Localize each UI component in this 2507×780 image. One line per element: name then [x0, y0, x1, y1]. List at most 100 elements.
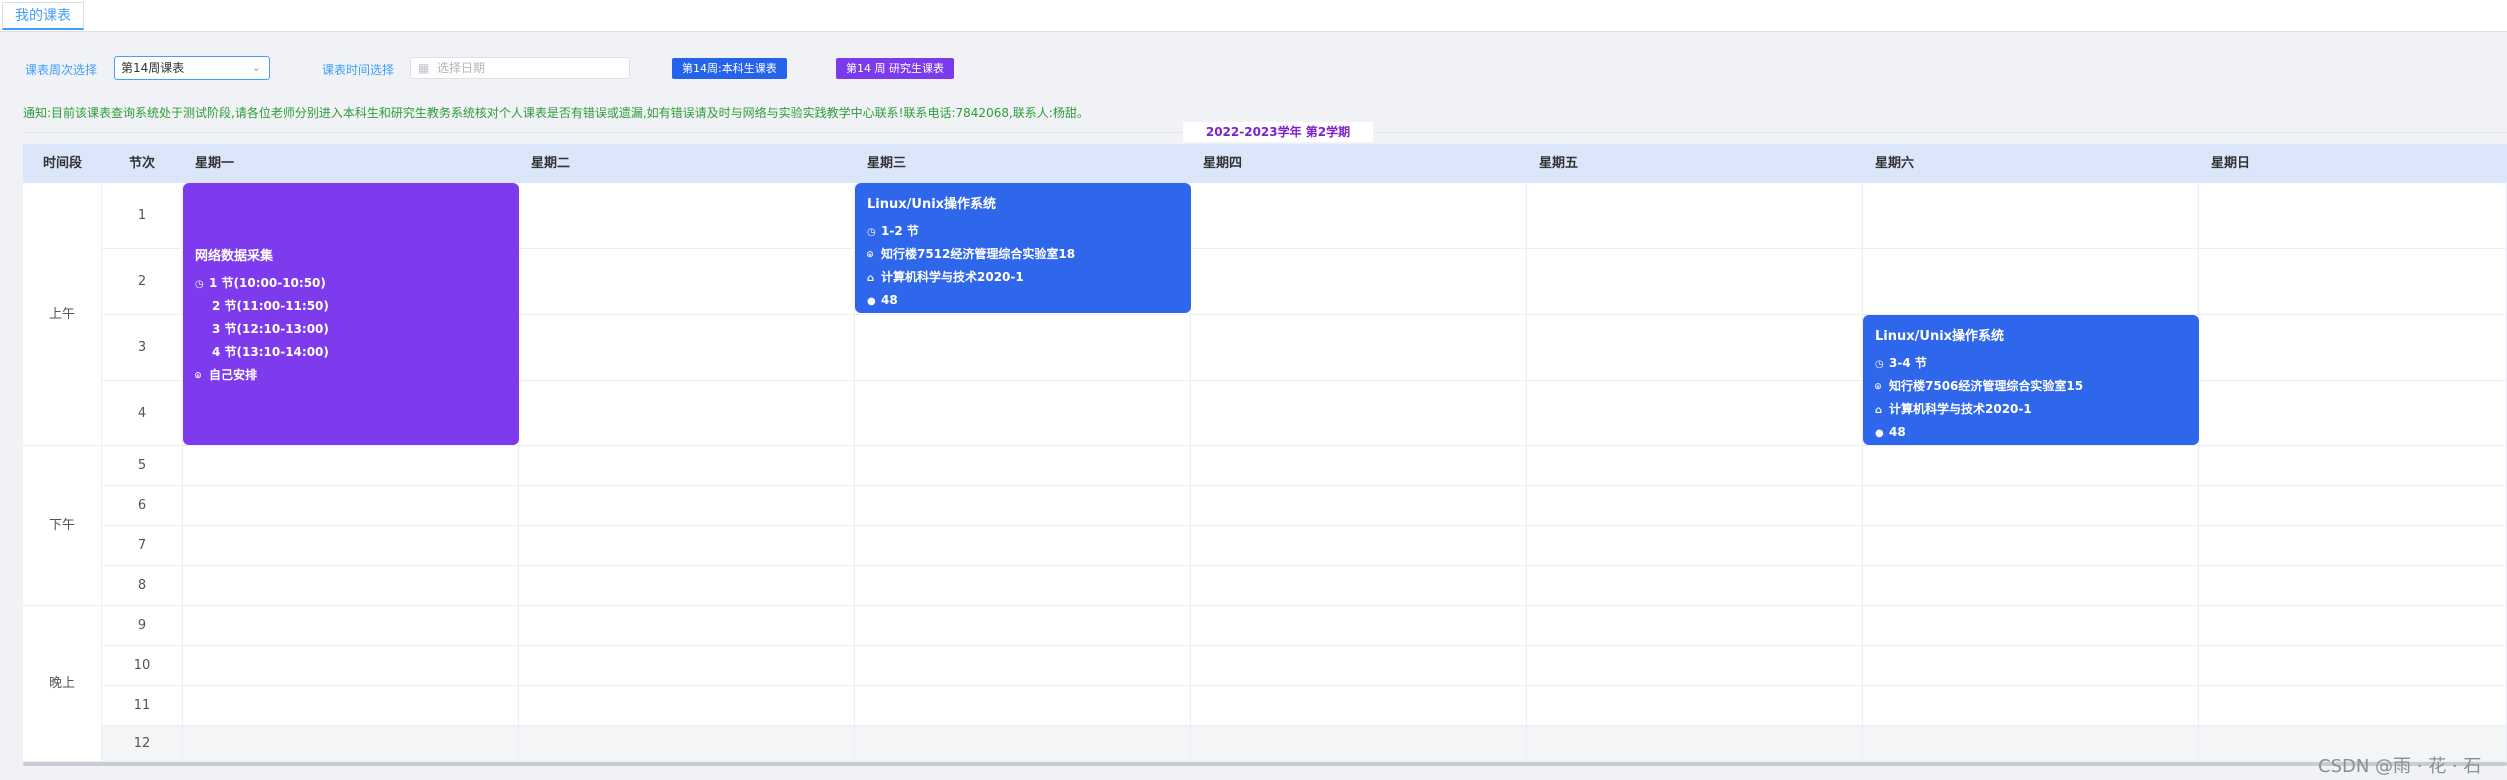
undergrad-schedule-button[interactable]: 第14周:本科生课表 [672, 58, 787, 79]
timetable-cell[interactable] [1527, 446, 1863, 486]
header-day-mon: 星期一 [195, 144, 515, 183]
timetable-cell[interactable] [2199, 686, 2507, 726]
timetable-cell[interactable] [1527, 566, 1863, 606]
timetable-cell[interactable] [1527, 486, 1863, 526]
location-icon: ⌾ [195, 371, 201, 382]
timetable-cell[interactable] [1527, 646, 1863, 686]
timetable-cell[interactable] [1191, 486, 1527, 526]
timetable-cell[interactable] [2199, 526, 2507, 566]
location-icon: ⌾ [1875, 382, 1881, 393]
timetable-cell[interactable] [519, 726, 855, 762]
timetable-cell[interactable] [1527, 183, 1863, 249]
timetable-cell[interactable] [855, 646, 1191, 686]
timetable-cell[interactable] [519, 315, 855, 381]
timetable-cell[interactable] [519, 381, 855, 446]
timetable-cell[interactable] [519, 686, 855, 726]
timetable-cell[interactable] [183, 686, 519, 726]
timetable-cell[interactable] [519, 183, 855, 249]
timetable-cell[interactable] [519, 446, 855, 486]
timetable-cell[interactable] [1191, 183, 1527, 249]
date-picker[interactable]: ▦ 选择日期 [410, 57, 630, 79]
timetable-cell[interactable] [519, 566, 855, 606]
timetable-cell[interactable] [855, 606, 1191, 646]
week-select-label: 课表周次选择 [25, 63, 98, 77]
timetable-cell[interactable] [1527, 606, 1863, 646]
timetable-cell[interactable] [1191, 249, 1527, 315]
timetable-cell[interactable] [1863, 566, 2199, 606]
timetable-cell[interactable] [1191, 381, 1527, 446]
timetable-cell[interactable] [2199, 249, 2507, 315]
grad-schedule-button[interactable]: 第14 周 研究生课表 [836, 58, 954, 79]
timetable-cell[interactable] [855, 315, 1191, 381]
timetable-cell[interactable] [2199, 446, 2507, 486]
timetable-cell[interactable] [183, 566, 519, 606]
timetable-cell[interactable] [2199, 566, 2507, 606]
horizontal-scrollbar[interactable] [23, 762, 2507, 766]
timetable-cell[interactable] [1863, 686, 2199, 726]
timetable-cell[interactable] [1527, 686, 1863, 726]
course-location: 知行楼7506经济管理综合实验室15 [1889, 379, 2084, 393]
tab-my-schedule[interactable]: 我的课表 [2, 2, 84, 30]
timetable-cell[interactable] [1863, 646, 2199, 686]
timetable-cell[interactable] [2199, 646, 2507, 686]
section-number: 9 [102, 606, 183, 646]
course-location: 知行楼7512经济管理综合实验室18 [881, 247, 1076, 261]
timetable-cell[interactable] [1191, 686, 1527, 726]
timetable-cell[interactable] [519, 249, 855, 315]
timetable-cell[interactable] [2199, 315, 2507, 381]
course-card-wed[interactable]: Linux/Unix操作系统 ◷ 1-2 节 ⌾ 知行楼7512经济管理综合实验室1… [855, 183, 1191, 313]
timetable-cell[interactable] [519, 606, 855, 646]
timetable-cell[interactable] [183, 646, 519, 686]
chevron-down-icon: ⌄ [251, 61, 261, 74]
period-evening: 晚上 [23, 606, 102, 762]
course-card-sat[interactable]: Linux/Unix操作系统 ◷ 3-4 节 ⌾ 知行楼7506经济管理综合实验室1… [1863, 315, 2199, 445]
timetable-cell[interactable] [1527, 381, 1863, 446]
timetable-cell[interactable] [1191, 526, 1527, 566]
timetable-cell[interactable] [1191, 646, 1527, 686]
timetable-cell[interactable] [1191, 315, 1527, 381]
timetable-cell[interactable] [855, 526, 1191, 566]
section-number: 12 [102, 726, 183, 762]
timetable-cell[interactable] [183, 526, 519, 566]
timetable-cell[interactable] [1863, 446, 2199, 486]
timetable-cell[interactable] [1527, 526, 1863, 566]
timetable-cell[interactable] [183, 486, 519, 526]
timetable-cell[interactable] [1191, 566, 1527, 606]
timetable-cell[interactable] [1863, 606, 2199, 646]
timetable-cell[interactable] [1863, 526, 2199, 566]
course-card-mon[interactable]: 网络数据采集 ◷ 1 节(10:00-10:50) 2 节(11:00-11:50… [183, 183, 519, 445]
calendar-icon: ▦ [418, 61, 430, 75]
week-select[interactable]: 第14周课表 ⌄ [114, 56, 270, 80]
timetable-cell[interactable] [519, 486, 855, 526]
week-select-value: 第14周课表 [121, 61, 185, 75]
timetable-cell[interactable] [1863, 486, 2199, 526]
timetable-cell[interactable] [1527, 726, 1863, 762]
timetable-cell[interactable] [183, 446, 519, 486]
timetable-cell[interactable] [1527, 249, 1863, 315]
timetable-cell[interactable] [1191, 606, 1527, 646]
timetable-cell[interactable] [183, 726, 519, 762]
timetable-cell[interactable] [1863, 183, 2199, 249]
timetable-cell[interactable] [2199, 183, 2507, 249]
timetable-cell[interactable] [1527, 315, 1863, 381]
timetable-cell[interactable] [855, 446, 1191, 486]
timetable-cell[interactable] [855, 381, 1191, 446]
timetable-cell[interactable] [1863, 249, 2199, 315]
timetable-cell[interactable] [519, 526, 855, 566]
timetable-cell[interactable] [2199, 486, 2507, 526]
timetable-cell[interactable] [519, 646, 855, 686]
timetable-cell[interactable] [2199, 381, 2507, 446]
timetable-cell[interactable] [1191, 446, 1527, 486]
timetable-cell[interactable] [2199, 606, 2507, 646]
timetable-cell[interactable] [183, 606, 519, 646]
timetable-cell[interactable] [1863, 726, 2199, 762]
timetable-cell[interactable] [855, 726, 1191, 762]
tab-bar: 我的课表 [0, 0, 2507, 32]
timetable-cell[interactable] [855, 486, 1191, 526]
timetable-cell[interactable] [855, 566, 1191, 606]
filter-bar: 课表周次选择 第14周课表 ⌄ 课表时间选择 ▦ 选择日期 第14周:本科生课表… [0, 56, 2507, 82]
term-title: 2022-2023学年 第2学期 [1183, 122, 1373, 142]
timetable-cell[interactable] [855, 686, 1191, 726]
section-number: 7 [102, 526, 183, 566]
timetable-cell[interactable] [1191, 726, 1527, 762]
